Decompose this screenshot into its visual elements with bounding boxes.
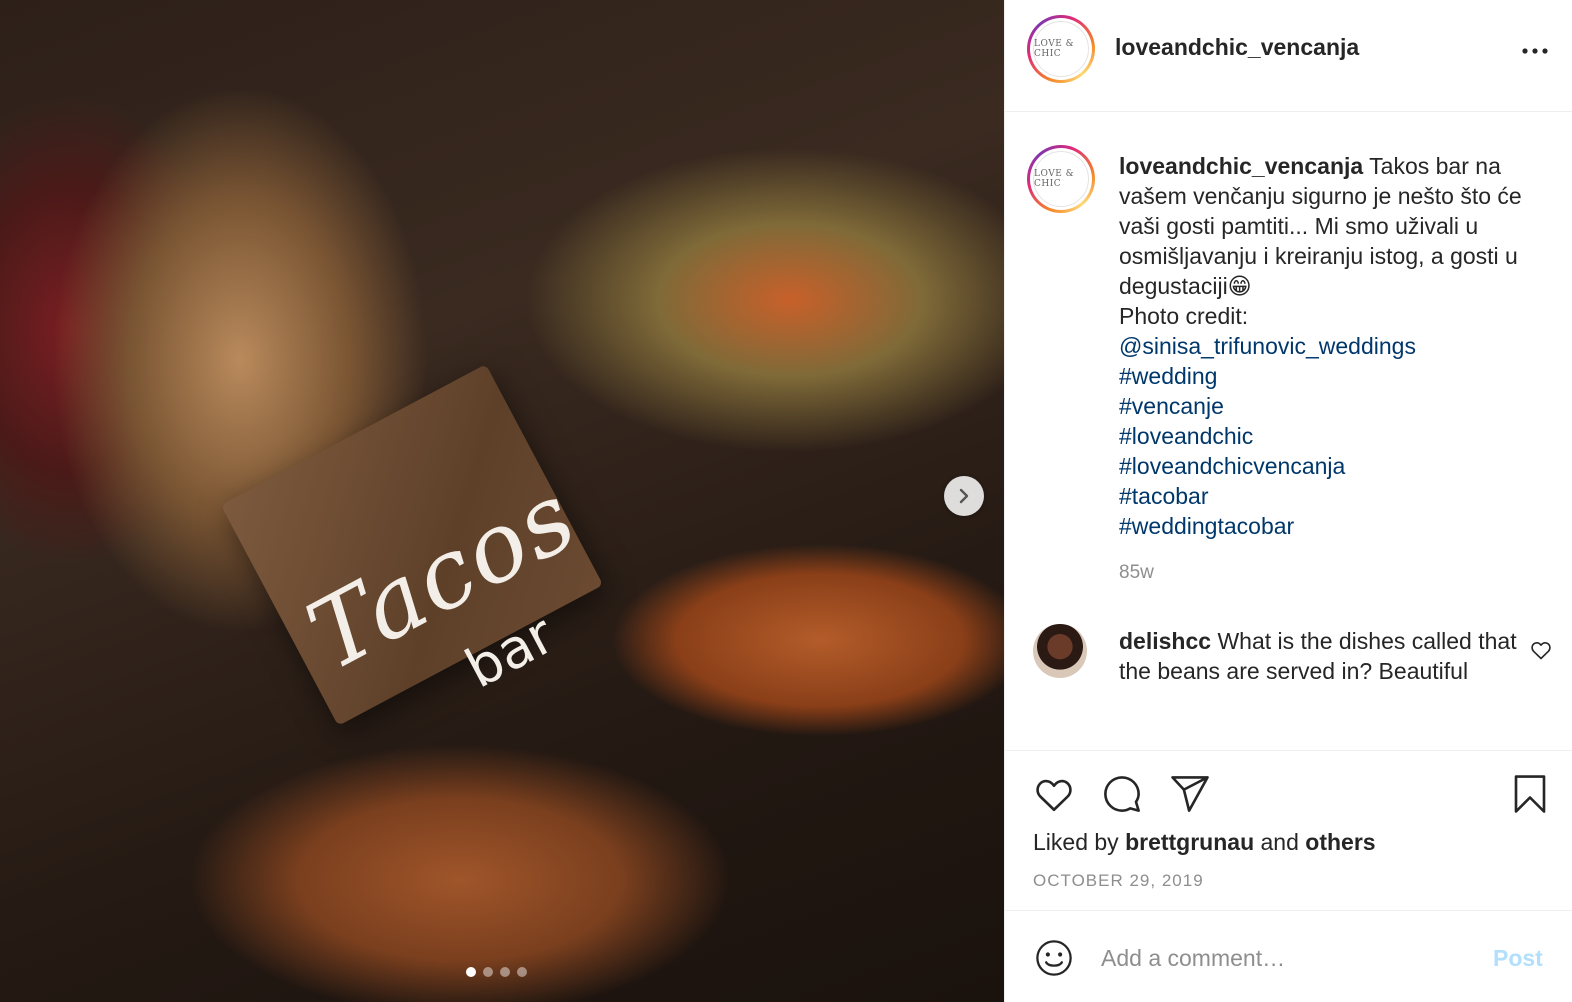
heart-icon[interactable] (1529, 638, 1553, 662)
comment-text: delishcc What is the dishes called that … (1119, 626, 1519, 686)
post-actions: Liked by brettgrunau and others OCTOBER … (1005, 750, 1572, 910)
carousel-dot (483, 967, 493, 977)
hashtag[interactable]: #loveandchicvencanja (1119, 451, 1559, 481)
likes-summary: Liked by brettgrunau and others (1033, 829, 1376, 856)
heart-icon[interactable] (1033, 773, 1075, 815)
hashtag[interactable]: #vencanje (1119, 391, 1559, 421)
header-username[interactable]: loveandchic_vencanja (1115, 34, 1359, 61)
caption-avatar[interactable]: LOVE & CHIC (1027, 145, 1095, 213)
likes-joiner: and (1260, 829, 1299, 855)
hashtag[interactable]: #wedding (1119, 361, 1559, 391)
hashtag[interactable]: #loveandchic (1119, 421, 1559, 451)
commenter-avatar[interactable] (1033, 624, 1087, 678)
likes-prefix: Liked by (1033, 829, 1119, 855)
hashtag[interactable]: #weddingtacobar (1119, 511, 1559, 541)
carousel-dot (466, 967, 476, 977)
likes-user[interactable]: brettgrunau (1125, 829, 1254, 855)
comment-input[interactable] (1101, 937, 1471, 979)
carousel-indicator (466, 967, 527, 977)
post-side-panel: LOVE & CHIC loveandchic_vencanja LOVE & … (1004, 0, 1572, 1002)
post-date[interactable]: OCTOBER 29, 2019 (1033, 871, 1204, 891)
carousel-dot (517, 967, 527, 977)
carousel-next-button[interactable] (944, 476, 984, 516)
profile-avatar[interactable]: LOVE & CHIC (1027, 15, 1095, 83)
share-icon[interactable] (1169, 773, 1211, 815)
caption-text: loveandchic_vencanja Takos bar na vašem … (1119, 151, 1559, 541)
comment-username[interactable]: delishcc (1119, 628, 1211, 654)
avatar-logo: LOVE & CHIC (1033, 151, 1089, 207)
carousel-dot (500, 967, 510, 977)
likes-others[interactable]: others (1305, 829, 1375, 855)
post-photo[interactable]: Tacos bar (0, 0, 1004, 1002)
caption-section: LOVE & CHIC loveandchic_vencanja Takos b… (1005, 112, 1572, 752)
avatar-logo: LOVE & CHIC (1033, 21, 1089, 77)
caption-mention[interactable]: @sinisa_trifunovic_weddings (1119, 331, 1559, 361)
post-age[interactable]: 85w (1119, 562, 1154, 584)
emoji-icon[interactable] (1033, 937, 1075, 979)
add-comment-bar: Post (1005, 910, 1572, 1002)
hashtag[interactable]: #tacobar (1119, 481, 1559, 511)
comment-icon[interactable] (1101, 773, 1143, 815)
chevron-right-icon (959, 488, 969, 504)
photo-credit-label: Photo credit: (1119, 303, 1249, 329)
more-options-icon (1522, 48, 1548, 54)
post-comment-button[interactable]: Post (1493, 945, 1543, 972)
more-options-button[interactable] (1515, 34, 1555, 68)
bookmark-icon[interactable] (1509, 773, 1551, 815)
post-header: LOVE & CHIC loveandchic_vencanja (1005, 0, 1572, 112)
caption-username[interactable]: loveandchic_vencanja (1119, 153, 1363, 179)
